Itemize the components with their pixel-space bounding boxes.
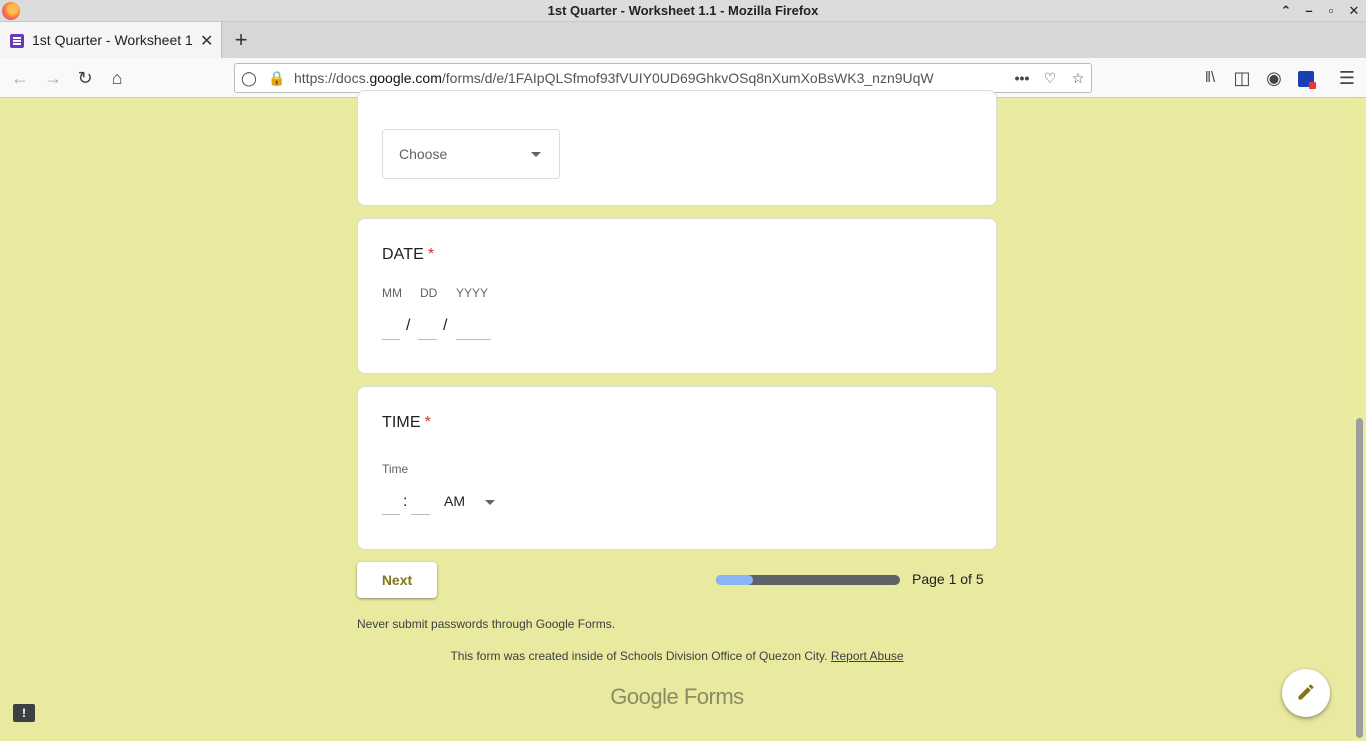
menu-hamburger-icon[interactable]: ☰ (1335, 66, 1359, 90)
year-input[interactable] (456, 339, 491, 340)
tab-strip: 1st Quarter - Worksheet 1.1 ✕ + (0, 22, 1366, 58)
window-maximize-restore-icon[interactable]: ⌃ (1277, 2, 1295, 20)
time-question-card: TIME * Time : AM (357, 386, 997, 550)
year-label: YYYY (456, 286, 489, 300)
extension-icon[interactable] (1294, 66, 1318, 90)
url-path: /forms/d/e/1FAIpQLSfmof93fVUIY0UD69GhkvO… (441, 70, 934, 86)
pencil-icon (1298, 684, 1314, 700)
created-by-notice: This form was created inside of Schools … (357, 649, 997, 663)
tab-worksheet[interactable]: 1st Quarter - Worksheet 1.1 ✕ (0, 22, 222, 58)
time-question-title: TIME * (382, 414, 431, 432)
day-input[interactable] (418, 339, 437, 340)
edit-fab-button[interactable] (1282, 669, 1330, 717)
month-label: MM (382, 286, 402, 300)
window-minimize-button[interactable]: – (1300, 2, 1318, 20)
back-arrow-icon[interactable]: ← (8, 66, 32, 90)
date-separator: / (443, 317, 448, 334)
google-forms-logo[interactable]: Google Forms (357, 684, 997, 710)
ampm-select[interactable]: AM (444, 491, 498, 513)
url-domain: google.com (369, 70, 442, 86)
url-prefix: https://docs. (294, 70, 370, 86)
hour-input[interactable] (382, 514, 400, 515)
ampm-caret-icon (485, 500, 495, 505)
tab-title: 1st Quarter - Worksheet 1.1 (32, 32, 194, 48)
progress-bar (716, 575, 900, 585)
time-title-text: TIME (382, 414, 421, 431)
date-question-title: DATE * (382, 246, 434, 264)
progress-bar-fill (716, 575, 753, 585)
day-label: DD (420, 286, 438, 300)
date-separator: / (406, 317, 411, 334)
url-text[interactable]: https://docs.google.com/forms/d/e/1FAIpQ… (294, 70, 1014, 86)
dropdown-question-card: Choose (357, 90, 997, 206)
dropdown-caret-icon (531, 152, 541, 157)
shield-icon[interactable]: ◯ (239, 68, 259, 88)
scrollbar-thumb[interactable] (1356, 418, 1363, 738)
forward-arrow-icon[interactable]: → (41, 66, 65, 90)
pocket-icon[interactable]: ♡ (1040, 68, 1060, 88)
required-asterisk: * (427, 246, 435, 263)
page-scrollbar[interactable] (1353, 98, 1366, 741)
feedback-icon[interactable]: ! (13, 704, 35, 722)
page-actions-icon[interactable]: ••• (1012, 68, 1032, 88)
account-icon[interactable]: ◉ (1262, 66, 1286, 90)
time-label: Time (382, 462, 409, 476)
month-input[interactable] (382, 339, 400, 340)
minute-input[interactable] (411, 514, 430, 515)
ampm-value: AM (444, 493, 465, 509)
date-question-card: DATE * MM DD YYYY / / (357, 218, 997, 374)
library-icon[interactable]: ‖\ (1198, 66, 1222, 90)
password-warning: Never submit passwords through Google Fo… (357, 617, 616, 631)
window-title: 1st Quarter - Worksheet 1.1 - Mozilla Fi… (547, 3, 819, 18)
tab-close-icon[interactable]: ✕ (200, 31, 213, 51)
created-by-text: This form was created inside of Schools … (450, 649, 828, 663)
new-tab-button[interactable]: + (231, 28, 251, 52)
bookmark-star-icon[interactable]: ☆ (1068, 68, 1088, 88)
time-separator: : (403, 493, 408, 510)
page-indicator: Page 1 of 5 (912, 571, 984, 587)
google-forms-favicon-icon (10, 34, 24, 48)
window-restore-button[interactable]: ▫ (1322, 2, 1340, 20)
home-icon[interactable]: ⌂ (105, 66, 129, 90)
window-titlebar: 1st Quarter - Worksheet 1.1 - Mozilla Fi… (0, 0, 1366, 22)
dropdown-value: Choose (399, 146, 448, 162)
sidebar-icon[interactable]: ◫ (1230, 66, 1254, 90)
url-bar[interactable]: ◯ 🔒 https://docs.google.com/forms/d/e/1F… (234, 63, 1092, 93)
reload-icon[interactable]: ↻ (73, 66, 97, 90)
report-abuse-link[interactable]: Report Abuse (831, 649, 904, 663)
required-asterisk: * (424, 414, 431, 431)
window-close-button[interactable]: ✕ (1345, 2, 1363, 20)
lock-icon[interactable]: 🔒 (267, 68, 287, 88)
date-title-text: DATE (382, 246, 424, 263)
next-button[interactable]: Next (357, 562, 437, 598)
choose-dropdown[interactable]: Choose (382, 129, 560, 179)
